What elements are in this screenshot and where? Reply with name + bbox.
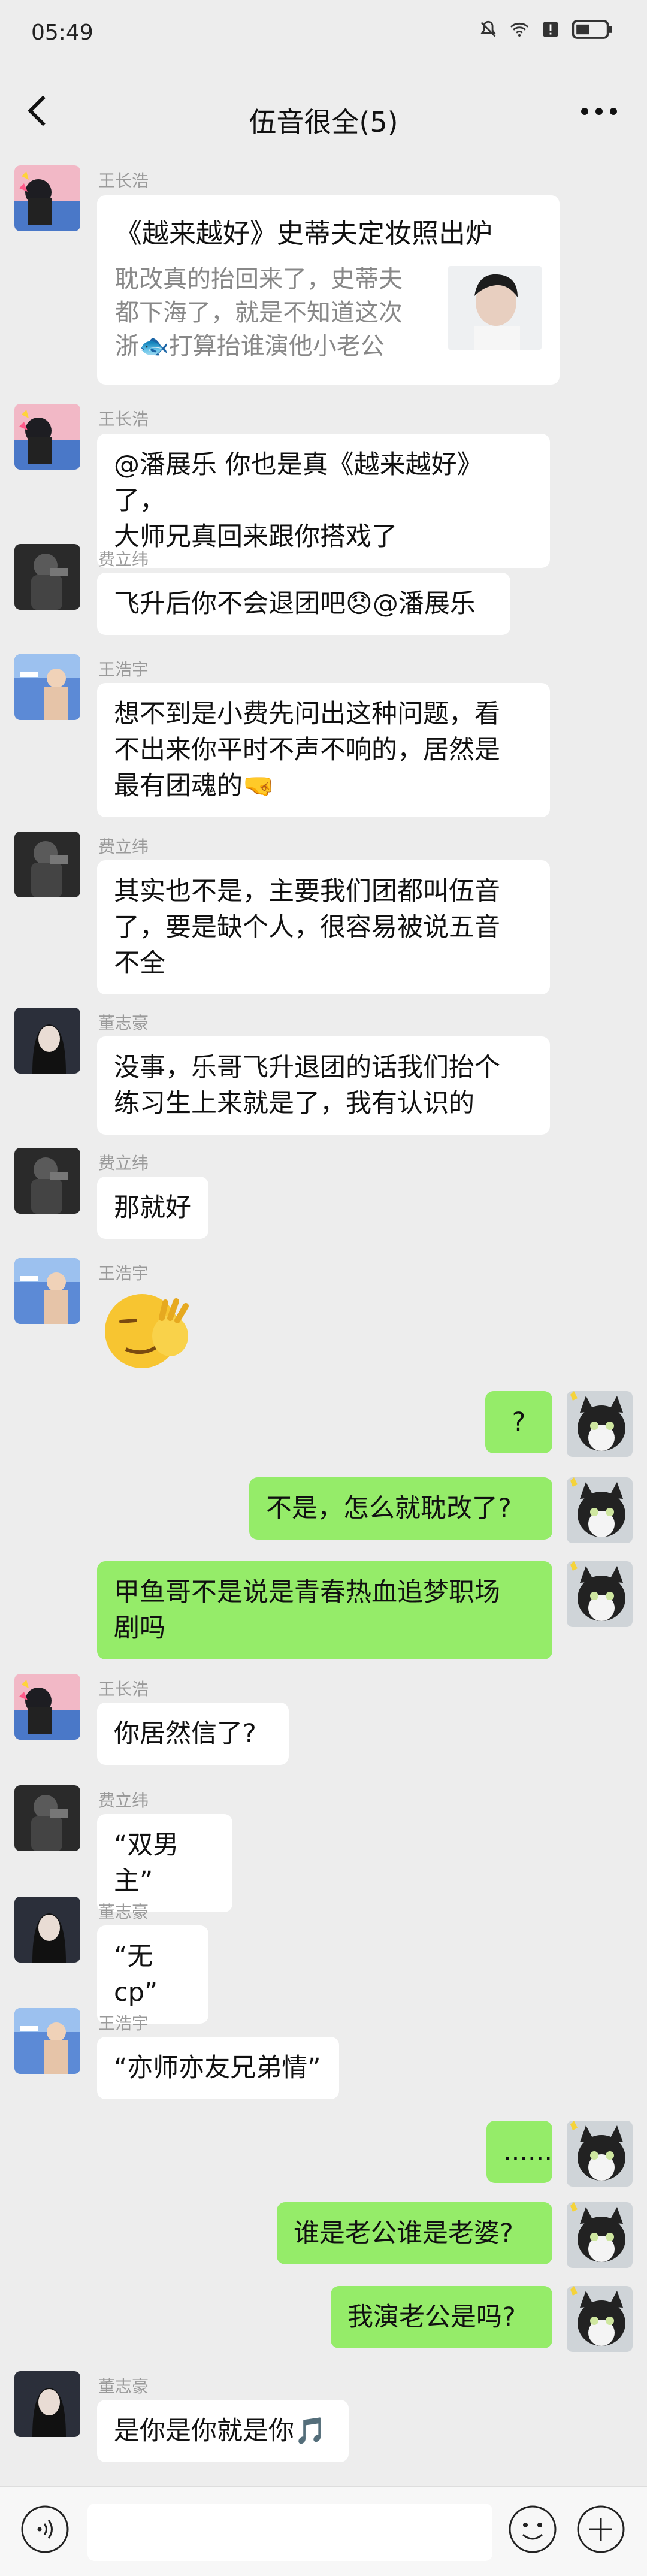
message-text: 不出来你平时不声不响的，居然是 [114, 735, 500, 765]
sender-name: 费立纬 [98, 837, 149, 857]
message-text: 谁是老公谁是老婆? [294, 2218, 513, 2248]
input-bar [0, 2486, 647, 2576]
status-bar: 05:49 [0, 0, 647, 66]
link-card-thumbnail [448, 266, 542, 350]
plus-icon[interactable] [575, 2504, 627, 2555]
alert-icon [543, 22, 558, 37]
avatar[interactable] [14, 2008, 80, 2074]
message-bubble[interactable]: @潘展乐 你也是真《越来越好》了， 大师兄真回来跟你搭戏了 [97, 434, 550, 568]
status-icons [478, 19, 613, 40]
sender-name: 费立纬 [98, 549, 149, 569]
message-text: 我演老公是吗? [347, 2302, 516, 2332]
message-text: 剧吗 [114, 1613, 165, 1643]
avatar[interactable] [14, 1897, 80, 1963]
message-bubble[interactable]: 不是，怎么就耽改了? [249, 1477, 552, 1540]
message-bubble[interactable]: “双男主” [97, 1814, 232, 1912]
avatar[interactable] [14, 2371, 80, 2437]
message-bubble[interactable]: 谁是老公谁是老婆? [277, 2202, 552, 2264]
message-text: 甲鱼哥不是说是青春热血追梦职场 [114, 1577, 500, 1607]
avatar[interactable] [567, 1561, 633, 1627]
avatar[interactable] [14, 1258, 80, 1324]
avatar[interactable] [567, 2286, 633, 2352]
sender-name: 费立纬 [98, 1153, 149, 1173]
battery-icon [572, 20, 612, 39]
message-text: 练习生上来就是了，我有认识的 [114, 1089, 474, 1118]
message-bubble[interactable]: 甲鱼哥不是说是青春热血追梦职场 剧吗 [97, 1561, 552, 1659]
message-bubble[interactable]: 想不到是小费先问出这种问题，看 不出来你平时不声不响的，居然是 最有团魂的🤜 [97, 683, 550, 817]
emoji-icon[interactable] [507, 2504, 558, 2555]
message-text: 最有团魂的🤜 [114, 771, 275, 801]
message-bubble[interactable]: 那就好 [97, 1177, 208, 1239]
message-text: 飞升后你不会退团吧😞@潘展乐 [114, 589, 476, 619]
more-button[interactable] [575, 93, 623, 129]
sender-name: 王浩宇 [98, 1263, 149, 1283]
sender-name: 王长浩 [98, 409, 149, 429]
link-card-desc: 耽改真的抬回来了，史蒂夫 都下海了，就是不知道这次 浙🐟打算抬谁演他小老公 [115, 262, 433, 363]
sender-name: 费立纬 [98, 1791, 149, 1810]
message-bubble[interactable]: 其实也不是，主要我们团都叫伍音 了，要是缺个人，很容易被说五音 不全 [97, 860, 550, 994]
sender-name: 王浩宇 [98, 660, 149, 679]
link-card-title: 《越来越好》史蒂夫定妆照出炉 [115, 217, 493, 249]
chat-title: 伍音很全(5) [249, 106, 398, 138]
message-text: 不是，怎么就耽改了? [266, 1493, 512, 1523]
message-bubble[interactable]: ...... [486, 2121, 552, 2183]
avatar[interactable] [14, 165, 80, 231]
avatar[interactable] [14, 654, 80, 720]
message-text: 那就好 [114, 1193, 191, 1223]
message-text: 不全 [114, 948, 165, 978]
chat-header: 伍音很全(5) [0, 66, 647, 168]
message-text: ...... [503, 2137, 553, 2167]
sender-name: 董志豪 [98, 1013, 149, 1033]
status-time: 05:49 [31, 20, 93, 45]
avatar[interactable] [14, 404, 80, 470]
message-input[interactable] [87, 2504, 492, 2561]
message-text: 大师兄真回来跟你搭戏了 [114, 522, 397, 552]
sender-name: 王浩宇 [98, 2013, 149, 2033]
avatar[interactable] [14, 1008, 80, 1074]
avatar[interactable] [14, 1148, 80, 1214]
avatar[interactable] [567, 1477, 633, 1543]
message-bubble[interactable]: 没事，乐哥飞升退团的话我们抬个 练习生上来就是了，我有认识的 [97, 1036, 550, 1135]
sender-name: 董志豪 [98, 1902, 149, 1922]
avatar[interactable] [14, 1674, 80, 1740]
message-bubble[interactable]: “无cp” [97, 1925, 208, 2024]
message-text: “双男主” [114, 1830, 179, 1896]
avatar[interactable] [567, 2121, 633, 2187]
more-dots-icon [581, 108, 617, 115]
sender-name: 王长浩 [98, 1679, 149, 1699]
message-text: @潘展乐 你也是真《越来越好》了， [114, 450, 483, 516]
avatar[interactable] [567, 1391, 633, 1457]
avatar[interactable] [14, 832, 80, 897]
message-text: “亦师亦友兄弟情” [114, 2053, 321, 2083]
link-card-desc-line: 都下海了，就是不知道这次 [115, 299, 403, 326]
link-card-desc-line: 浙🐟打算抬谁演他小老公 [115, 332, 385, 360]
sender-name: 董志豪 [98, 2377, 149, 2396]
avatar[interactable] [14, 1785, 80, 1851]
wifi-icon [510, 22, 529, 37]
facepalm-emoji[interactable] [97, 1284, 199, 1374]
link-card-desc-line: 耽改真的抬回来了，史蒂夫 [115, 265, 403, 293]
message-text: 没事，乐哥飞升退团的话我们抬个 [114, 1053, 500, 1083]
link-card[interactable]: 《越来越好》史蒂夫定妆照出炉 耽改真的抬回来了，史蒂夫 都下海了，就是不知道这次… [97, 195, 560, 385]
message-text: 其实也不是，主要我们团都叫伍音 [114, 876, 500, 906]
mute-bell-icon [480, 20, 496, 37]
message-bubble[interactable]: ? [485, 1391, 552, 1453]
message-text: 了，要是缺个人，很容易被说五音 [114, 912, 500, 942]
sender-name: 王长浩 [98, 171, 149, 191]
message-bubble[interactable]: 你居然信了? [97, 1703, 289, 1765]
message-text: ? [512, 1407, 526, 1437]
message-bubble[interactable]: “亦师亦友兄弟情” [97, 2037, 339, 2099]
message-bubble[interactable]: 我演老公是吗? [331, 2286, 552, 2348]
voice-icon[interactable] [19, 2504, 71, 2555]
avatar[interactable] [567, 2202, 633, 2268]
message-text: 想不到是小费先问出这种问题，看 [114, 699, 500, 729]
message-bubble[interactable]: 是你是你就是你🎵 [97, 2400, 349, 2462]
message-text: “无cp” [114, 1942, 158, 2007]
message-text: 你居然信了? [114, 1719, 256, 1749]
avatar[interactable] [14, 544, 80, 610]
message-bubble[interactable]: 飞升后你不会退团吧😞@潘展乐 [97, 573, 510, 635]
message-text: 是你是你就是你🎵 [114, 2416, 326, 2446]
